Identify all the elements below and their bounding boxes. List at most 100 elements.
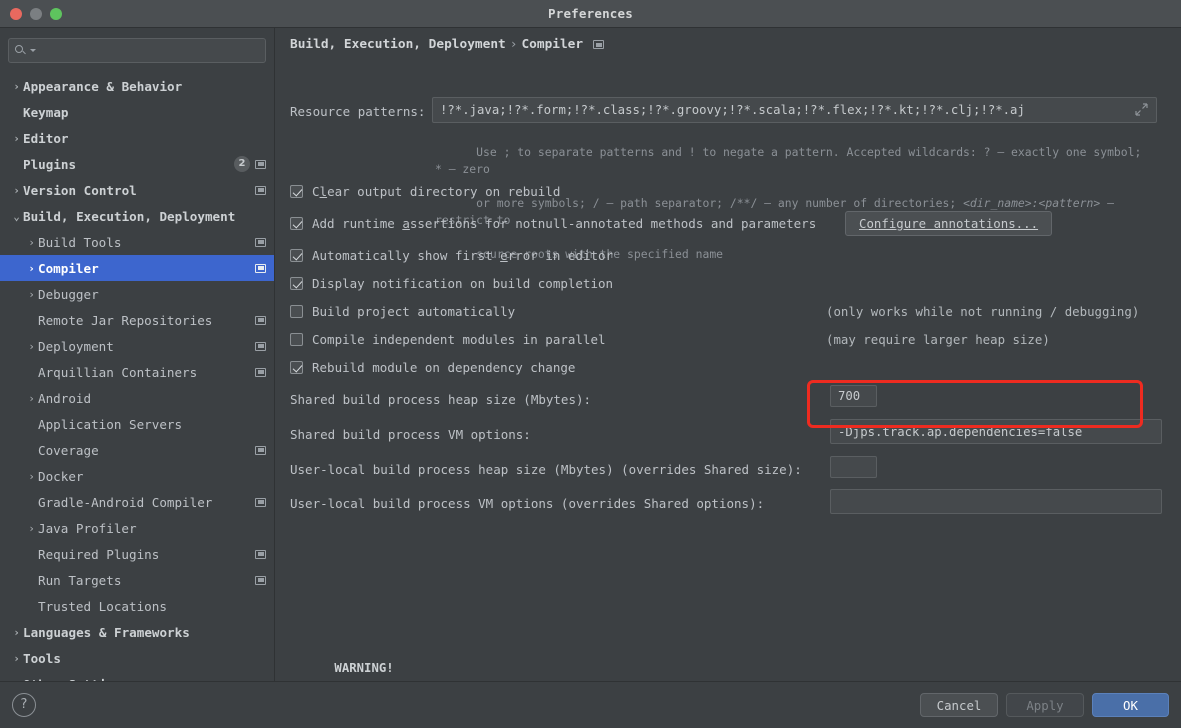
sidebar-item-label: Trusted Locations [38, 598, 167, 614]
checkbox-icon[interactable] [290, 277, 303, 290]
sidebar-item-label: Tools [23, 650, 61, 666]
compiler-settings-panel: Build, Execution, Deployment › Compiler … [275, 28, 1181, 681]
sidebar-item-arquillian-containers[interactable]: Arquillian Containers [0, 359, 274, 385]
resource-patterns-label: Resource patterns: [290, 104, 426, 119]
configure-annotations-label: Configure annotations... [859, 216, 1039, 231]
sidebar-item-remote-jar-repositories[interactable]: Remote Jar Repositories [0, 307, 274, 333]
sidebar-item-tools[interactable]: › Tools [0, 645, 274, 671]
checkbox-display-notification[interactable]: Display notification on build completion [290, 276, 613, 291]
configure-annotations-button[interactable]: Configure annotations... [845, 211, 1053, 236]
sidebar-item-compiler[interactable]: › Compiler [0, 255, 274, 281]
breadcrumb-separator: › [509, 37, 518, 52]
chevron-right-icon[interactable]: › [25, 289, 38, 300]
sidebar-item-label: Gradle-Android Compiler [38, 494, 213, 510]
shared-vm-options-input[interactable] [830, 419, 1162, 444]
chevron-right-icon[interactable]: › [25, 237, 38, 248]
checkbox-label: Add runtime assertions for notnull-annot… [312, 216, 817, 231]
sidebar-item-label: Required Plugins [38, 546, 160, 562]
cancel-button[interactable]: Cancel [920, 693, 998, 717]
ok-button[interactable]: OK [1092, 693, 1169, 717]
checkbox-icon[interactable] [290, 305, 303, 318]
chevron-right-icon[interactable]: › [10, 81, 23, 92]
update-count-badge: 2 [234, 156, 250, 172]
warning-block: WARNING! If option 'Clear output directo… [290, 640, 1170, 681]
note-parallel-heap: (may require larger heap size) [826, 332, 1050, 347]
sidebar-item-debugger[interactable]: › Debugger [0, 281, 274, 307]
sidebar-item-label: Languages & Frameworks [23, 624, 190, 640]
resource-patterns-input[interactable] [432, 97, 1157, 123]
sidebar-item-docker[interactable]: › Docker [0, 463, 274, 489]
chevron-right-icon[interactable]: › [10, 133, 23, 144]
sidebar-item-appearance-behavior[interactable]: › Appearance & Behavior [0, 73, 274, 99]
checkbox-add-runtime-assertions[interactable]: Add runtime assertions for notnull-annot… [290, 216, 816, 231]
checkbox-compile-modules-parallel[interactable]: Compile independent modules in parallel [290, 332, 606, 347]
sidebar-item-java-profiler[interactable]: › Java Profiler [0, 515, 274, 541]
sidebar-item-version-control[interactable]: › Version Control [0, 177, 274, 203]
chevron-down-icon[interactable]: ⌄ [10, 211, 23, 222]
checkbox-clear-output-directory[interactable]: Clear output directory on rebuild [290, 184, 560, 199]
checkbox-label: Compile independent modules in parallel [312, 332, 606, 347]
project-scope-icon [255, 367, 266, 377]
shared-heap-size-input[interactable] [830, 385, 877, 407]
checkbox-icon[interactable] [290, 333, 303, 346]
sidebar-item-label: Appearance & Behavior [23, 78, 183, 94]
breadcrumb: Build, Execution, Deployment › Compiler [290, 37, 605, 52]
chevron-right-icon[interactable]: › [10, 627, 23, 638]
sidebar-item-keymap[interactable]: Keymap [0, 99, 274, 125]
checkbox-label: Display notification on build completion [312, 276, 614, 291]
chevron-right-icon[interactable]: › [25, 393, 38, 404]
sidebar-item-label: Arquillian Containers [38, 364, 198, 380]
sidebar-item-plugins[interactable]: Plugins 2 [0, 151, 274, 177]
sidebar-item-build-tools[interactable]: › Build Tools [0, 229, 274, 255]
sidebar-item-gradle-android-compiler[interactable]: Gradle-Android Compiler [0, 489, 274, 515]
checkbox-icon[interactable] [290, 217, 303, 230]
help-button[interactable]: ? [12, 693, 36, 717]
user-local-vm-options-input[interactable] [830, 489, 1162, 514]
warning-title: WARNING! [334, 661, 394, 675]
project-scope-icon [255, 497, 266, 507]
chevron-right-icon[interactable]: › [10, 185, 23, 196]
search-input[interactable] [36, 43, 259, 58]
checkbox-rebuild-on-dependency-change[interactable]: Rebuild module on dependency change [290, 360, 575, 375]
sidebar-item-label: Android [38, 390, 92, 406]
sidebar-item-other-settings[interactable]: ›Other Settings [0, 671, 274, 682]
checkbox-build-project-automatically[interactable]: Build project automatically [290, 304, 515, 319]
project-scope-icon [255, 575, 266, 585]
breadcrumb-root[interactable]: Build, Execution, Deployment [290, 37, 506, 52]
expand-icon[interactable] [1135, 103, 1148, 116]
project-scope-icon [593, 40, 605, 49]
hint-line-1: Use ; to separate patterns and ! to nega… [435, 145, 1149, 176]
shared-vm-options-label: Shared build process VM options: [290, 427, 531, 442]
checkbox-icon[interactable] [290, 361, 303, 374]
chevron-right-icon[interactable]: › [10, 653, 23, 664]
sidebar-item-deployment[interactable]: › Deployment [0, 333, 274, 359]
sidebar-item-build-execution-deployment[interactable]: ⌄ Build, Execution, Deployment [0, 203, 274, 229]
chevron-right-icon[interactable]: › [25, 471, 38, 482]
sidebar-item-editor[interactable]: › Editor [0, 125, 274, 151]
sidebar-search-box[interactable] [8, 38, 266, 63]
checkbox-icon[interactable] [290, 249, 303, 262]
sidebar-item-android[interactable]: › Android [0, 385, 274, 411]
project-scope-icon [255, 341, 266, 351]
checkbox-icon[interactable] [290, 185, 303, 198]
sidebar-item-label: Debugger [38, 286, 99, 302]
checkbox-label: Build project automatically [312, 304, 516, 319]
search-icon [15, 44, 29, 58]
window-title: Preferences [548, 6, 633, 21]
sidebar-item-application-servers[interactable]: Application Servers [0, 411, 274, 437]
sidebar-item-label: Run Targets [38, 572, 122, 588]
project-scope-icon [255, 185, 266, 195]
chevron-right-icon[interactable]: › [25, 341, 38, 352]
chevron-right-icon[interactable]: › [25, 263, 38, 274]
sidebar-item-required-plugins[interactable]: Required Plugins [0, 541, 274, 567]
checkbox-auto-show-first-error[interactable]: Automatically show first error in editor [290, 248, 613, 263]
note-build-automatically: (only works while not running / debuggin… [826, 304, 1140, 319]
user-local-vm-options-label: User-local build process VM options (ove… [290, 496, 765, 511]
user-local-heap-size-input[interactable] [830, 456, 877, 478]
sidebar-item-run-targets[interactable]: Run Targets [0, 567, 274, 593]
sidebar-item-trusted-locations[interactable]: Trusted Locations [0, 593, 274, 619]
sidebar-item-coverage[interactable]: Coverage [0, 437, 274, 463]
sidebar-item-languages-frameworks[interactable]: › Languages & Frameworks [0, 619, 274, 645]
apply-button[interactable]: Apply [1006, 693, 1084, 717]
chevron-right-icon[interactable]: › [25, 523, 38, 534]
